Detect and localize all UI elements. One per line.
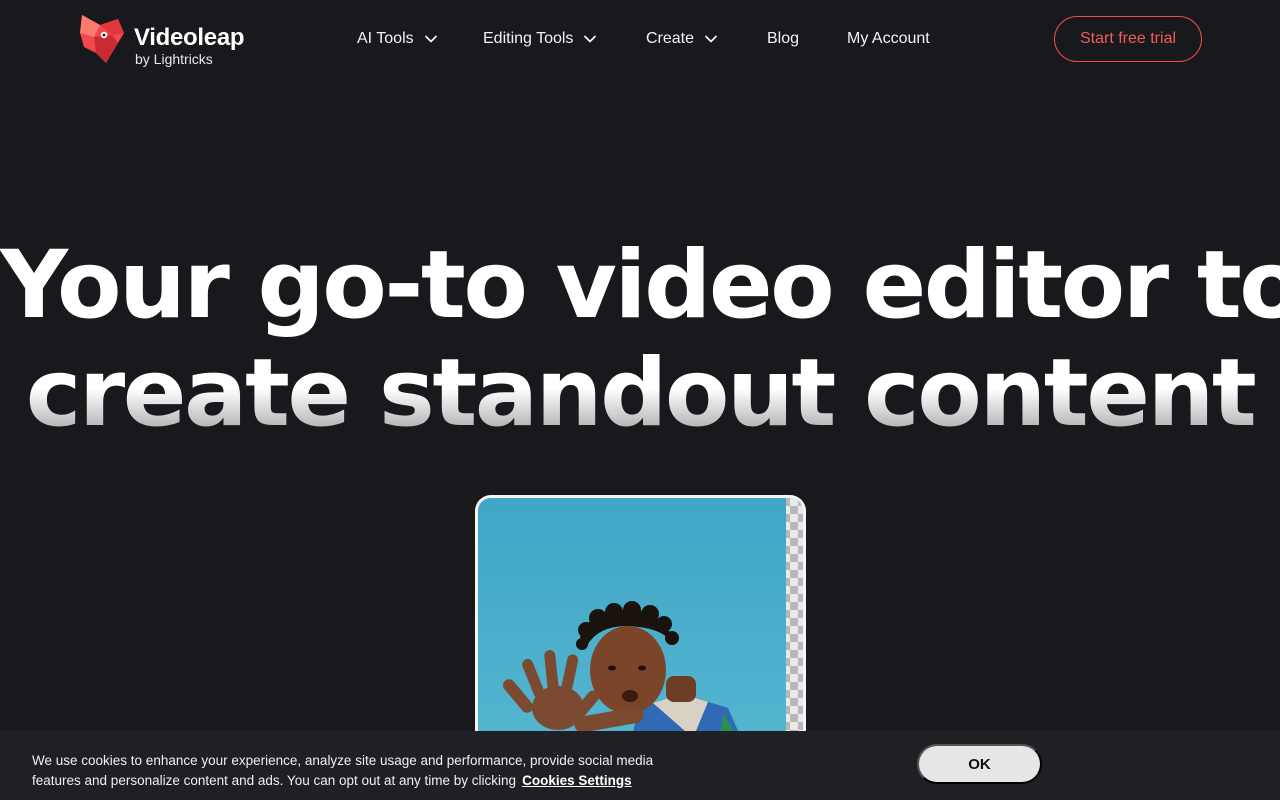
nav-blog-label: Blog xyxy=(767,30,800,47)
hero-title-line-1: Your go-to video editor to xyxy=(0,231,1280,340)
brand-sub: by Lightricks xyxy=(135,51,213,67)
nav-my-account[interactable]: My Account xyxy=(847,28,930,50)
chevron-down-icon xyxy=(424,35,437,43)
brand-name: Videoleap xyxy=(134,24,245,51)
nav-ai-tools-label: AI Tools xyxy=(357,30,414,47)
cookie-message: We use cookies to enhance your experienc… xyxy=(32,751,692,790)
hero-title-line-2: create standout content xyxy=(0,340,1280,448)
cookie-ok-button[interactable]: OK xyxy=(917,744,1042,784)
chevron-down-icon xyxy=(584,35,597,43)
nav-ai-tools[interactable]: AI Tools xyxy=(357,28,438,50)
cookie-banner: We use cookies to enhance your experienc… xyxy=(0,731,1280,800)
site-header: Videoleap by Lightricks AI Tools Editing… xyxy=(0,0,1280,80)
nav-editing-tools[interactable]: Editing Tools xyxy=(483,28,597,50)
hero-video-preview xyxy=(475,495,806,755)
videoleap-logo-icon xyxy=(80,15,124,63)
video-frame-illustration xyxy=(478,498,803,755)
nav-blog[interactable]: Blog xyxy=(767,28,799,50)
start-free-trial-button[interactable]: Start free trial xyxy=(1054,16,1202,62)
nav-editing-tools-label: Editing Tools xyxy=(483,30,574,47)
cookies-settings-link[interactable]: Cookies Settings xyxy=(522,773,632,788)
chevron-down-icon xyxy=(705,35,717,43)
hero-title: Your go-to video editor to create stando… xyxy=(0,232,1280,448)
nav-create-label: Create xyxy=(646,30,695,47)
nav-my-account-label: My Account xyxy=(847,30,930,47)
videoleap-logo[interactable]: Videoleap by Lightricks xyxy=(78,13,258,69)
nav-create[interactable]: Create xyxy=(646,28,718,50)
